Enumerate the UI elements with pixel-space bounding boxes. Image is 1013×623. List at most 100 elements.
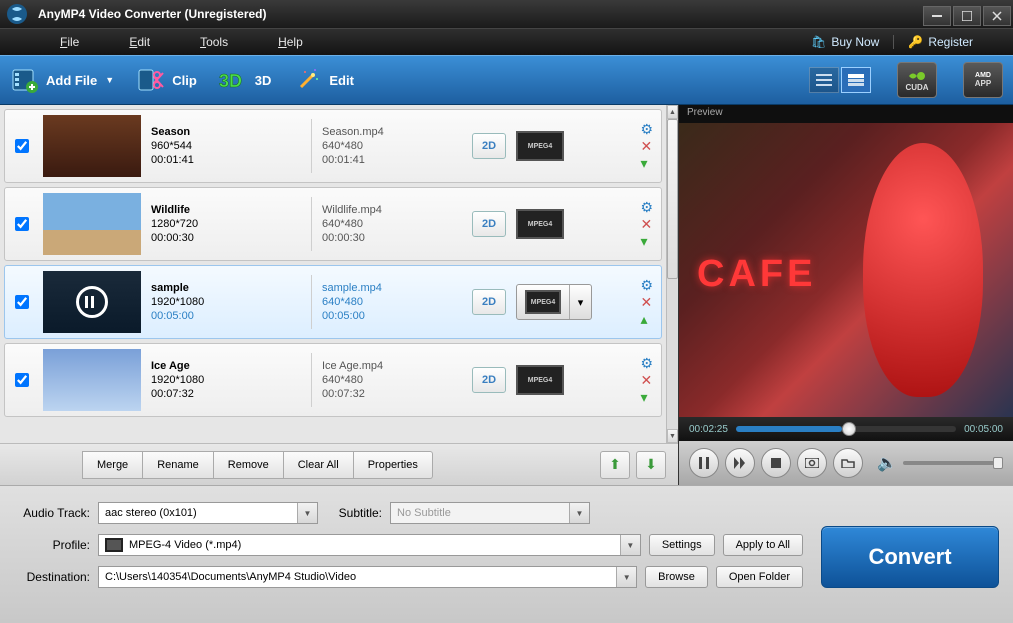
cafe-sign: CAFE (697, 253, 816, 296)
rename-button[interactable]: Rename (143, 451, 214, 479)
scrollbar[interactable]: ▲ ▼ (666, 105, 678, 443)
out-duration: 00:01:41 (322, 154, 462, 166)
move-down-button[interactable]: ⬇ (636, 451, 666, 479)
row-checkbox[interactable] (15, 295, 29, 309)
row-remove-icon[interactable]: ✕ (640, 139, 653, 153)
add-file-button[interactable]: Add File ▼ (10, 65, 114, 95)
browse-button[interactable]: Browse (645, 566, 708, 588)
window-title: AnyMP4 Video Converter (Unregistered) (34, 7, 923, 21)
menu-tools[interactable]: Tools (200, 35, 228, 49)
row-checkbox[interactable] (15, 139, 29, 153)
thumbnail[interactable] (43, 115, 141, 177)
scroll-down-icon[interactable]: ▼ (667, 429, 678, 443)
snapshot-folder-button[interactable] (833, 448, 863, 478)
volume-icon[interactable]: 🔈 (877, 453, 897, 473)
3d-icon: 3D (219, 65, 249, 95)
row-down-icon[interactable]: ▾ (640, 234, 653, 248)
file-name: Season (151, 126, 301, 138)
preview-video[interactable]: CAFE (679, 123, 1013, 417)
2d-badge[interactable]: 2D (472, 367, 506, 393)
merge-button[interactable]: Merge (82, 451, 143, 479)
row-checkbox[interactable] (15, 217, 29, 231)
row-down-icon[interactable]: ▾ (640, 156, 653, 170)
view-detail-button[interactable] (841, 67, 871, 93)
destination-label: Destination: (14, 570, 90, 584)
mpeg-icon (105, 538, 123, 552)
menu-edit[interactable]: Edit (129, 35, 150, 49)
snapshot-button[interactable] (797, 448, 827, 478)
camera-icon (805, 458, 819, 468)
row-settings-icon[interactable]: ⚙ (640, 200, 653, 214)
titlebar[interactable]: AnyMP4 Video Converter (Unregistered) (0, 0, 1013, 28)
2d-badge[interactable]: 2D (472, 289, 506, 315)
maximize-button[interactable] (953, 6, 981, 26)
row-up-icon[interactable]: ▴ (640, 312, 653, 326)
out-resolution: 640*480 (322, 374, 462, 386)
row-settings-icon[interactable]: ⚙ (640, 278, 653, 292)
register-link[interactable]: 🔑 Register (908, 35, 973, 49)
settings-button[interactable]: Settings (649, 534, 715, 556)
audio-track-combo[interactable]: aac stereo (0x101)▼ (98, 502, 318, 524)
thumbnail[interactable] (43, 271, 141, 333)
volume-slider[interactable] (903, 461, 1003, 465)
out-resolution: 640*480 (322, 296, 462, 308)
row-down-icon[interactable]: ▾ (640, 390, 653, 404)
apply-all-button[interactable]: Apply to All (723, 534, 803, 556)
chevron-down-icon[interactable]: ▾ (569, 285, 591, 319)
row-settings-icon[interactable]: ⚙ (640, 356, 653, 370)
magic-wand-icon (293, 65, 323, 95)
row-settings-icon[interactable]: ⚙ (640, 122, 653, 136)
out-name: Ice Age.mp4 (322, 360, 462, 372)
properties-button[interactable]: Properties (354, 451, 433, 479)
view-list-button[interactable] (809, 67, 839, 93)
minimize-button[interactable] (923, 6, 951, 26)
convert-button[interactable]: Convert (821, 526, 999, 588)
pause-button[interactable] (689, 448, 719, 478)
profile-combo[interactable]: MPEG-4 Video (*.mp4)▼ (98, 534, 641, 556)
cuda-badge: CUDA (897, 62, 937, 98)
open-folder-button[interactable]: Open Folder (716, 566, 803, 588)
amd-badge: AMD APP (963, 62, 1003, 98)
seek-slider[interactable] (736, 426, 956, 432)
preview-header: Preview (679, 105, 1013, 123)
menu-file[interactable]: File (60, 35, 79, 49)
next-button[interactable] (725, 448, 755, 478)
file-name: sample (151, 282, 301, 294)
destination-field[interactable]: C:\Users\140354\Documents\AnyMP4 Studio\… (98, 566, 637, 588)
2d-badge[interactable]: 2D (472, 211, 506, 237)
codec-badge: MPEG4 (516, 209, 564, 239)
list-item[interactable]: Ice Age 1920*1080 00:07:32 Ice Age.mp4 6… (4, 343, 662, 417)
menu-help[interactable]: Help (278, 35, 303, 49)
thumbnail[interactable] (43, 349, 141, 411)
list-item[interactable]: Wildlife 1280*720 00:00:30 Wildlife.mp4 … (4, 187, 662, 261)
stop-button[interactable] (761, 448, 791, 478)
scroll-handle[interactable] (667, 119, 678, 279)
row-remove-icon[interactable]: ✕ (640, 217, 653, 231)
preview-pane: Preview CAFE 00:02:25 00:05:00 🔈 (678, 105, 1013, 485)
row-checkbox[interactable] (15, 373, 29, 387)
list-item[interactable]: Season 960*544 00:01:41 Season.mp4 640*4… (4, 109, 662, 183)
2d-badge[interactable]: 2D (472, 133, 506, 159)
codec-dropdown[interactable]: MPEG4 ▾ (516, 284, 592, 320)
clip-button[interactable]: Clip (136, 65, 197, 95)
subtitle-label: Subtitle: (326, 506, 382, 520)
out-name: Season.mp4 (322, 126, 462, 138)
stop-icon (771, 458, 781, 468)
row-remove-icon[interactable]: ✕ (640, 373, 653, 387)
list-item[interactable]: sample 1920*1080 00:05:00 sample.mp4 640… (4, 265, 662, 339)
edit-button[interactable]: Edit (293, 65, 354, 95)
row-remove-icon[interactable]: ✕ (640, 295, 653, 309)
out-duration: 00:05:00 (322, 310, 462, 322)
close-button[interactable] (983, 6, 1011, 26)
scroll-up-icon[interactable]: ▲ (667, 105, 678, 119)
subtitle-combo[interactable]: No Subtitle▼ (390, 502, 590, 524)
3d-button[interactable]: 3D 3D (219, 65, 272, 95)
buy-now-link[interactable]: 🛍 Buy Now (811, 35, 879, 49)
clear-all-button[interactable]: Clear All (284, 451, 354, 479)
codec-badge: MPEG4 (516, 131, 564, 161)
toolbar: Add File ▼ Clip 3D 3D Edit CUDA AMD APP (0, 55, 1013, 105)
chevron-down-icon: ▼ (616, 567, 636, 587)
move-up-button[interactable]: ⬆ (600, 451, 630, 479)
thumbnail[interactable] (43, 193, 141, 255)
remove-button[interactable]: Remove (214, 451, 284, 479)
